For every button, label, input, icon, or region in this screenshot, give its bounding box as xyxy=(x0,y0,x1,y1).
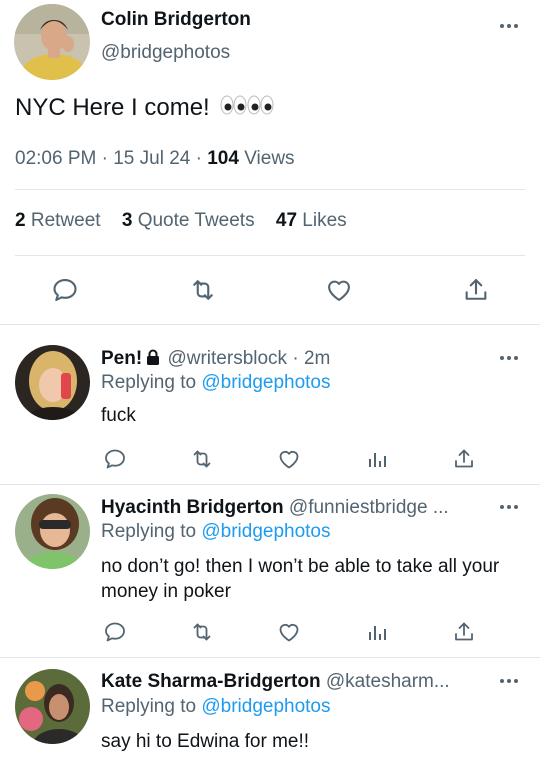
reply-text: no don’t go! then I won’t be able to tak… xyxy=(101,556,500,602)
retweets-label: Retweet xyxy=(30,210,101,231)
reply-author-name[interactable]: Kate Sharma-Bridgerton xyxy=(101,671,321,692)
more-icon[interactable] xyxy=(500,677,520,685)
more-icon[interactable] xyxy=(500,503,520,511)
reply-text: say hi to Edwina for me!! xyxy=(101,731,310,752)
replying-label: Replying to xyxy=(101,372,202,393)
replying-to: Replying to @bridgephotos xyxy=(101,696,331,718)
tweet-meta: 02:06 PM · 15 Jul 24 · 104 Views xyxy=(15,148,295,170)
views-label: Views xyxy=(238,148,295,169)
reply-header: Kate Sharma-Bridgerton @katesharm... xyxy=(101,671,496,693)
tweet-text-content: NYC Here I come! xyxy=(15,94,217,121)
divider xyxy=(15,255,525,256)
share-icon[interactable] xyxy=(462,276,490,304)
replying-mention[interactable]: @bridgephotos xyxy=(201,372,330,393)
replying-label: Replying to xyxy=(101,521,202,542)
divider xyxy=(15,189,525,190)
replying-mention[interactable]: @bridgephotos xyxy=(201,696,330,717)
reply-avatar[interactable] xyxy=(15,669,90,744)
reply-author-handle[interactable]: @katesharm... xyxy=(326,671,450,692)
retweet-icon[interactable] xyxy=(190,620,214,644)
replying-to: Replying to @bridgephotos xyxy=(101,372,331,394)
tweet-text: NYC Here I come! xyxy=(15,94,274,123)
eyes-emoji xyxy=(220,94,274,123)
like-icon[interactable] xyxy=(277,447,301,471)
retweets-count: 2 xyxy=(15,210,26,231)
like-icon[interactable] xyxy=(325,276,353,304)
reply-time: · 2m xyxy=(287,348,331,369)
reply-author-name[interactable]: Pen! xyxy=(101,348,142,369)
quotes-count: 3 xyxy=(121,210,133,231)
reply-icon[interactable] xyxy=(103,447,127,471)
analytics-icon[interactable] xyxy=(365,447,389,471)
lock-icon xyxy=(144,348,162,372)
quote-tweets-stat[interactable]: 3 Quote Tweets xyxy=(122,210,255,231)
author-avatar[interactable] xyxy=(14,4,90,80)
reply-text: fuck xyxy=(101,405,136,426)
replying-to: Replying to @bridgephotos xyxy=(101,521,331,543)
tweet-timestamp[interactable]: 02:06 PM · 15 Jul 24 · xyxy=(15,148,207,169)
reply-header: Hyacinth Bridgerton @funniestbridge ... xyxy=(101,497,496,519)
replying-label: Replying to xyxy=(101,696,202,717)
reply-avatar[interactable] xyxy=(15,494,90,569)
reply-icon[interactable] xyxy=(51,276,79,304)
likes-label: Likes xyxy=(302,210,347,231)
views-count: 104 xyxy=(207,148,239,169)
engagement-stats: 2 Retweet 3 Quote Tweets 47 Likes xyxy=(15,210,363,232)
divider xyxy=(0,484,540,485)
author-handle[interactable]: @bridgephotos xyxy=(101,42,230,64)
quotes-label: Quote Tweets xyxy=(137,210,255,231)
more-icon[interactable] xyxy=(500,22,520,30)
likes-count: 47 xyxy=(275,210,298,231)
retweets-stat[interactable]: 2 Retweet xyxy=(15,210,101,231)
likes-stat[interactable]: 47 Likes xyxy=(276,210,347,231)
share-icon[interactable] xyxy=(452,447,476,471)
analytics-icon[interactable] xyxy=(365,620,389,644)
reply-header: Pen! @writersblock · 2m xyxy=(101,348,496,372)
replying-mention[interactable]: @bridgephotos xyxy=(201,521,330,542)
more-icon[interactable] xyxy=(500,354,520,362)
divider xyxy=(0,324,540,325)
reply-avatar[interactable] xyxy=(15,345,90,420)
reply-author-name[interactable]: Hyacinth Bridgerton xyxy=(101,497,284,518)
reply-author-handle[interactable]: @funniestbridge ... xyxy=(289,497,449,518)
divider xyxy=(0,657,540,658)
author-name[interactable]: Colin Bridgerton xyxy=(101,9,251,31)
like-icon[interactable] xyxy=(277,620,301,644)
share-icon[interactable] xyxy=(452,620,476,644)
retweet-icon[interactable] xyxy=(190,447,214,471)
reply-icon[interactable] xyxy=(103,620,127,644)
reply-author-handle[interactable]: @writersblock xyxy=(167,348,287,369)
retweet-icon[interactable] xyxy=(189,276,217,304)
